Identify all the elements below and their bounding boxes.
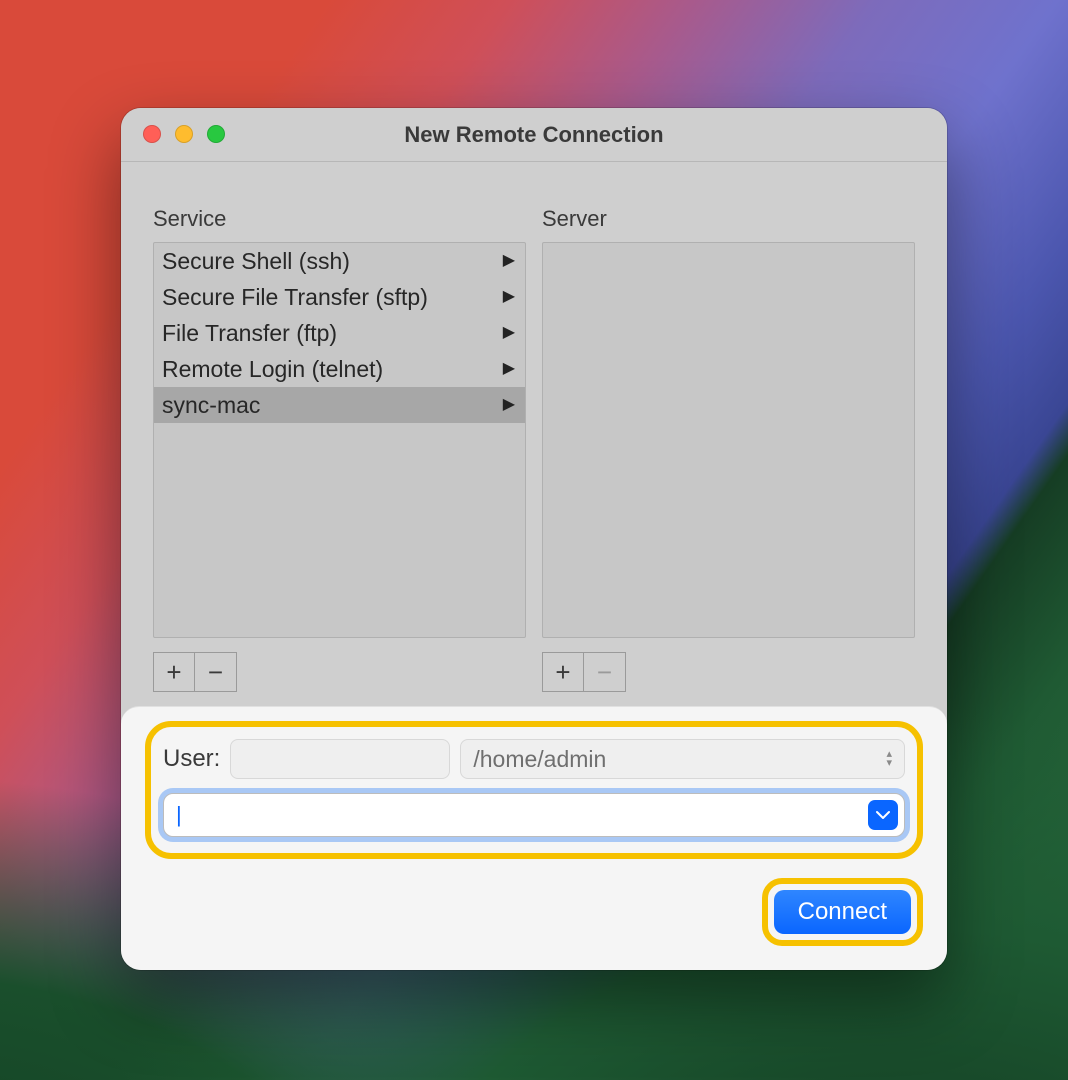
- chevron-right-icon: ▶: [503, 281, 515, 313]
- list-item-label: Secure Shell (ssh): [162, 245, 350, 277]
- window-minimize-button[interactable]: [175, 125, 193, 143]
- service-column: Service Secure Shell (ssh) ▶ Secure File…: [153, 206, 526, 692]
- server-column: Server + −: [542, 206, 915, 692]
- remove-server-button: −: [584, 652, 626, 692]
- server-header: Server: [542, 206, 915, 232]
- updown-stepper-icon: ▴▾: [886, 750, 892, 768]
- user-input[interactable]: [230, 739, 450, 779]
- directory-value: /home/admin: [473, 746, 606, 773]
- user-label: User:: [163, 745, 220, 773]
- chevron-right-icon: ▶: [503, 353, 515, 385]
- service-item-sync-mac[interactable]: sync-mac ▶: [154, 387, 525, 423]
- chevron-down-icon: [876, 810, 890, 820]
- highlighted-input-group: User: /home/admin ▴▾ |: [145, 721, 923, 859]
- list-item-label: Remote Login (telnet): [162, 353, 383, 385]
- server-listbox[interactable]: [542, 242, 915, 638]
- highlighted-connect-group: Connect: [762, 878, 923, 946]
- new-remote-connection-window: New Remote Connection Service Secure She…: [121, 108, 947, 970]
- add-service-button[interactable]: +: [153, 652, 195, 692]
- titlebar: New Remote Connection: [121, 108, 947, 162]
- connect-button[interactable]: Connect: [774, 890, 911, 934]
- command-combobox[interactable]: |: [163, 793, 905, 837]
- command-input[interactable]: [182, 794, 868, 836]
- service-item-ssh[interactable]: Secure Shell (ssh) ▶: [154, 243, 525, 279]
- chevron-right-icon: ▶: [503, 317, 515, 349]
- chevron-right-icon: ▶: [503, 245, 515, 277]
- directory-select[interactable]: /home/admin ▴▾: [460, 739, 905, 779]
- service-item-telnet[interactable]: Remote Login (telnet) ▶: [154, 351, 525, 387]
- upper-panel: Service Secure Shell (ssh) ▶ Secure File…: [121, 162, 947, 708]
- list-item-label: File Transfer (ftp): [162, 317, 337, 349]
- chevron-right-icon: ▶: [503, 389, 515, 421]
- window-zoom-button[interactable]: [207, 125, 225, 143]
- window-close-button[interactable]: [143, 125, 161, 143]
- service-item-sftp[interactable]: Secure File Transfer (sftp) ▶: [154, 279, 525, 315]
- list-item-label: sync-mac: [162, 389, 260, 421]
- service-item-ftp[interactable]: File Transfer (ftp) ▶: [154, 315, 525, 351]
- combobox-dropdown-button[interactable]: [868, 800, 898, 830]
- service-header: Service: [153, 206, 526, 232]
- remove-service-button[interactable]: −: [195, 652, 237, 692]
- lower-panel: User: /home/admin ▴▾ | Connect: [121, 706, 947, 970]
- add-server-button[interactable]: +: [542, 652, 584, 692]
- list-item-label: Secure File Transfer (sftp): [162, 281, 428, 313]
- window-title: New Remote Connection: [404, 122, 663, 148]
- service-listbox[interactable]: Secure Shell (ssh) ▶ Secure File Transfe…: [153, 242, 526, 638]
